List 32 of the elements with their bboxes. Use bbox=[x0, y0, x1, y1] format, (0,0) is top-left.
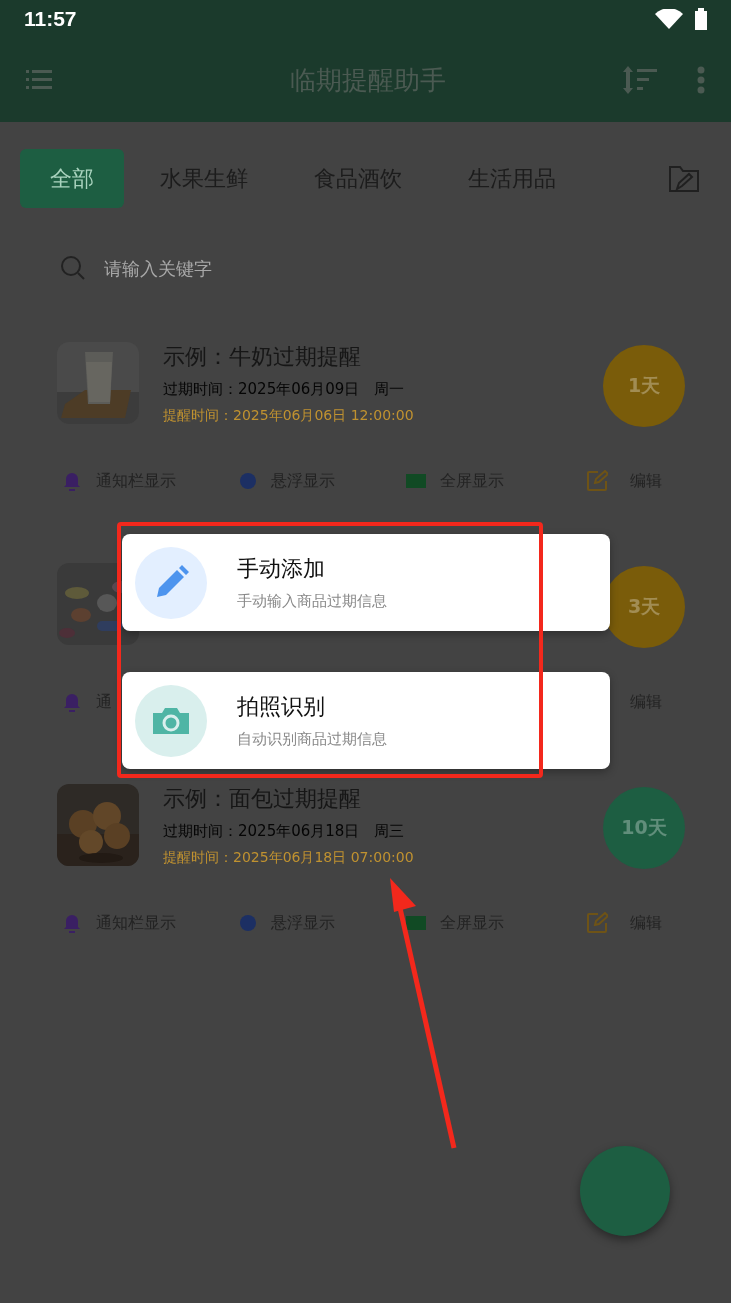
search-icon bbox=[60, 255, 86, 281]
wifi-icon bbox=[655, 9, 683, 29]
expiry-date: 过期时间：2025年06月18日 周三 bbox=[163, 822, 405, 841]
reminder-time: 提醒时间：2025年06月06日 12:00:00 bbox=[163, 407, 415, 425]
rectangle-icon bbox=[406, 474, 426, 488]
folder-edit-icon[interactable] bbox=[669, 164, 699, 193]
bell-icon bbox=[62, 912, 82, 934]
battery-icon bbox=[695, 8, 707, 30]
bell-icon bbox=[62, 470, 82, 492]
edit-icon bbox=[586, 912, 608, 934]
dot-icon bbox=[239, 472, 257, 490]
add-option-menu[interactable]: 拍照识别 自动识别商品过期信息 bbox=[122, 672, 610, 769]
option-title: 拍照识别 bbox=[237, 693, 326, 721]
search-field[interactable]: 请输入关键字 bbox=[104, 257, 404, 279]
days-left-badge: 10天 bbox=[603, 787, 685, 869]
more-icon[interactable] bbox=[697, 66, 705, 94]
reminder-time: 提醒时间：2025年06月18日 07:00:00 bbox=[163, 849, 415, 867]
camera-icon bbox=[135, 684, 207, 757]
bell-icon bbox=[62, 691, 82, 713]
menu-icon[interactable] bbox=[26, 69, 52, 91]
sort-icon[interactable] bbox=[623, 66, 657, 94]
pencil-icon bbox=[135, 546, 207, 619]
category-tab[interactable]: 全部 bbox=[20, 149, 124, 208]
rectangle-icon bbox=[406, 916, 426, 930]
days-left-badge: 1天 bbox=[603, 345, 685, 427]
edit-icon bbox=[586, 470, 608, 492]
dot-icon bbox=[239, 914, 257, 932]
option-description: 自动识别商品过期信息 bbox=[237, 730, 387, 749]
option-title: 手动添加 bbox=[237, 555, 326, 583]
option-description: 手动输入商品过期信息 bbox=[237, 592, 387, 611]
add-option-menu[interactable]: 手动添加 手动输入商品过期信息 bbox=[122, 534, 610, 631]
status-time: 11:57 bbox=[24, 7, 77, 31]
